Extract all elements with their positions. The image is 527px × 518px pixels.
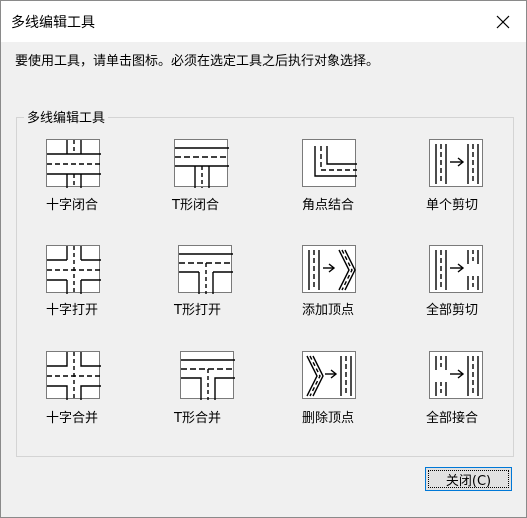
- tool-label: 十字打开: [46, 303, 99, 318]
- close-button[interactable]: 关闭(C): [425, 467, 512, 491]
- focus-rect: [428, 470, 509, 488]
- tee-merged-icon[interactable]: [180, 351, 235, 400]
- window-title: 多线编辑工具: [11, 15, 95, 31]
- tool-label: 全部接合: [426, 411, 479, 426]
- delete-vertex-icon[interactable]: [302, 351, 356, 399]
- add-vertex-icon[interactable]: [302, 245, 356, 293]
- tool-label: 单个剪切: [426, 198, 479, 213]
- cross-closed-icon[interactable]: [46, 139, 101, 188]
- cut-single-icon[interactable]: [429, 139, 483, 187]
- cross-merged-icon[interactable]: [46, 351, 101, 400]
- tool-label: T形合并: [174, 411, 221, 426]
- tee-open-icon[interactable]: [178, 245, 233, 294]
- instruction-text: 要使用工具，请单击图标。必须在选定工具之后执行对象选择。: [15, 54, 380, 69]
- tee-closed-icon[interactable]: [174, 139, 229, 188]
- group-label: 多线编辑工具: [24, 107, 109, 126]
- cross-open-icon[interactable]: [46, 245, 101, 294]
- tool-label: 全部剪切: [426, 303, 479, 318]
- tool-label: 十字闭合: [46, 198, 99, 213]
- title-bar: 多线编辑工具: [1, 1, 526, 42]
- tool-label: 十字合并: [46, 411, 99, 426]
- tool-label: T形打开: [174, 303, 221, 318]
- tool-label: 添加顶点: [302, 303, 355, 318]
- tool-label: 角点结合: [302, 198, 355, 213]
- close-icon[interactable]: [480, 1, 526, 42]
- multiline-edit-dialog: 多线编辑工具 要使用工具，请单击图标。必须在选定工具之后执行对象选择。 多线编辑…: [0, 0, 527, 518]
- tool-label: T形闭合: [172, 198, 219, 213]
- cut-all-icon[interactable]: [429, 245, 483, 293]
- weld-all-icon[interactable]: [429, 351, 483, 399]
- tool-label: 删除顶点: [302, 411, 355, 426]
- corner-joint-icon[interactable]: [302, 139, 357, 187]
